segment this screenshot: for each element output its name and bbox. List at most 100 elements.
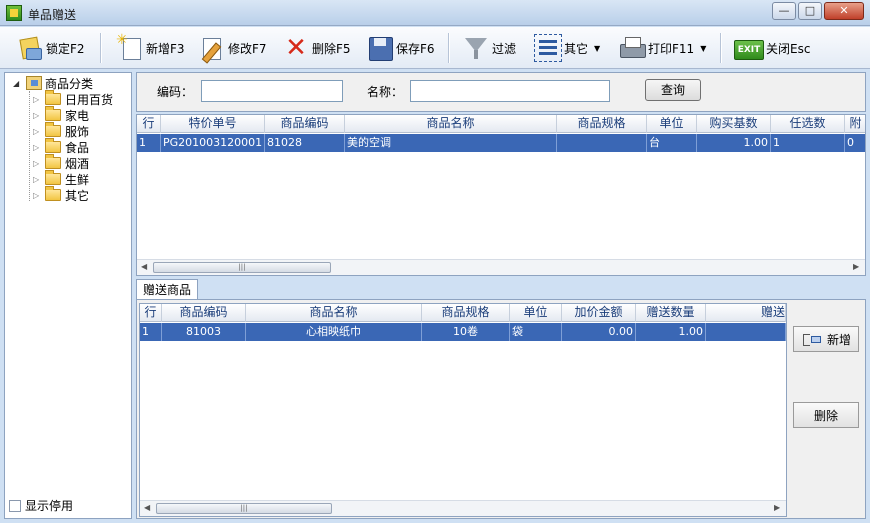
horizontal-scrollbar[interactable]: ◀ ||| ▶	[137, 259, 865, 275]
scroll-right-icon[interactable]: ▶	[774, 503, 780, 512]
toolbar-separator	[100, 33, 101, 63]
tree-item[interactable]: ▷ 服饰	[33, 122, 90, 139]
scroll-left-icon[interactable]: ◀	[144, 503, 150, 512]
tree-item-label: 食品	[65, 140, 90, 155]
column-header[interactable]: 行	[140, 304, 162, 322]
column-header[interactable]: 单位	[510, 304, 562, 322]
print-dropdown-button[interactable]: 打印F11 ▼	[618, 31, 706, 65]
title-bar: 单品赠送 — □ ✕	[0, 0, 870, 26]
toolbar-separator	[448, 33, 449, 63]
maximize-button[interactable]: □	[798, 2, 822, 20]
expand-icon[interactable]: ▷	[33, 111, 41, 120]
column-header[interactable]: 购买基数	[697, 115, 771, 133]
column-header[interactable]: 单位	[647, 115, 697, 133]
folder-icon	[45, 154, 61, 169]
save-button[interactable]: 保存F6	[366, 31, 435, 65]
filter-button[interactable]: 过滤	[462, 31, 516, 65]
tree-item[interactable]: ▷ 其它	[33, 186, 90, 203]
delete-button[interactable]: ✕ 删除F5	[282, 31, 350, 65]
app-icon	[6, 5, 22, 21]
column-header[interactable]: 附	[845, 115, 865, 133]
expand-icon[interactable]: ▷	[33, 175, 41, 184]
new-button[interactable]: 新增F3	[116, 31, 185, 65]
close-window-button[interactable]: ✕	[824, 2, 864, 20]
grid-header: 行 特价单号 商品编码 商品名称 商品规格 单位 购买基数 任选数 附	[137, 115, 865, 133]
column-header[interactable]: 商品编码	[265, 115, 345, 133]
list-icon	[534, 34, 562, 62]
column-header[interactable]: 商品规格	[422, 304, 510, 322]
expand-icon[interactable]: ▷	[33, 143, 41, 152]
tree-item-label: 服饰	[65, 124, 90, 139]
tree-item[interactable]: ▷ 生鲜	[33, 170, 89, 187]
tree-connector	[29, 91, 30, 201]
expand-icon[interactable]: ▷	[33, 191, 41, 200]
folder-icon	[45, 90, 61, 105]
column-header[interactable]: 赠送	[706, 304, 786, 322]
edit-icon	[198, 34, 226, 62]
table-row[interactable]: 1 81003 心相映纸巾 10卷 袋 0.00 1.00	[140, 323, 786, 341]
column-header[interactable]: 商品名称	[246, 304, 422, 322]
tree-item-label: 其它	[65, 188, 90, 203]
new-label: 新增F3	[146, 41, 185, 56]
folder-icon	[45, 122, 61, 137]
scrollbar-thumb[interactable]: |||	[153, 262, 331, 273]
folder-icon	[45, 106, 61, 121]
save-label: 保存F6	[396, 41, 435, 56]
cell-product-name: 美的空调	[345, 134, 557, 152]
column-header[interactable]: 加价金额	[562, 304, 636, 322]
name-input[interactable]	[410, 80, 610, 102]
edit-button[interactable]: 修改F7	[198, 31, 267, 65]
cell-spec	[557, 134, 647, 152]
column-header[interactable]: 商品规格	[557, 115, 647, 133]
horizontal-scrollbar[interactable]: ◀ ||| ▶	[140, 500, 786, 516]
column-header[interactable]: 行	[137, 115, 161, 133]
tree-item[interactable]: ▷ 日用百货	[33, 90, 113, 107]
tree-item[interactable]: ▷ 家电	[33, 106, 90, 123]
add-row-icon	[801, 332, 821, 346]
tree-root-item[interactable]: ◢ 商品分类	[13, 75, 93, 91]
cell-optional-count: 1	[771, 134, 845, 152]
remove-gift-label: 删除	[813, 408, 838, 423]
close-button[interactable]: EXIT 关闭Esc	[734, 31, 810, 65]
cell-product-code: 81003	[162, 323, 246, 341]
add-gift-button[interactable]: 新增	[793, 326, 859, 352]
cell-purchase-base: 1.00	[697, 134, 771, 152]
scrollbar-thumb[interactable]: |||	[156, 503, 332, 514]
column-header[interactable]: 商品名称	[345, 115, 557, 133]
cell-gift-extra	[706, 323, 786, 341]
folder-icon	[45, 138, 61, 153]
tab-gift-products[interactable]: 赠送商品	[136, 279, 198, 300]
column-header[interactable]: 特价单号	[161, 115, 265, 133]
tree-item[interactable]: ▷ 食品	[33, 138, 90, 155]
code-input[interactable]	[201, 80, 343, 102]
tree-item-label: 烟酒	[65, 156, 90, 171]
other-dropdown-button[interactable]: 其它 ▼	[534, 31, 600, 65]
lock-button[interactable]: 锁定F2	[16, 31, 85, 65]
scroll-right-icon[interactable]: ▶	[853, 262, 859, 271]
scroll-left-icon[interactable]: ◀	[141, 262, 147, 271]
other-label: 其它	[564, 41, 589, 56]
show-disabled-checkbox[interactable]	[9, 499, 21, 512]
column-header[interactable]: 赠送数量	[636, 304, 706, 322]
query-button[interactable]: 查询	[645, 79, 701, 101]
expand-icon[interactable]: ▷	[33, 159, 41, 168]
tree-item[interactable]: ▷ 烟酒	[33, 154, 90, 171]
delete-icon: ✕	[285, 33, 307, 63]
expand-icon[interactable]: ▷	[33, 127, 41, 136]
expand-icon[interactable]: ▷	[33, 95, 41, 104]
lock-label: 锁定F2	[46, 41, 85, 56]
exit-icon: EXIT	[734, 40, 764, 60]
column-header[interactable]: 任选数	[771, 115, 845, 133]
column-header[interactable]: 商品编码	[162, 304, 246, 322]
code-label: 编码：	[157, 85, 194, 99]
window-title: 单品赠送	[28, 8, 77, 22]
search-bar: 编码： 名称： 查询	[136, 72, 866, 112]
cell-unit: 台	[647, 134, 697, 152]
tree-item-label: 家电	[65, 108, 90, 123]
show-disabled-toggle[interactable]: 显示停用	[9, 497, 73, 514]
table-row[interactable]: 1 PG201003120001 81028 美的空调 台 1.00 1 0	[137, 134, 865, 152]
collapse-icon[interactable]: ◢	[13, 79, 23, 88]
minimize-button[interactable]: —	[772, 2, 796, 20]
remove-gift-button[interactable]: 删除	[793, 402, 859, 428]
close-label: 关闭Esc	[766, 41, 811, 56]
